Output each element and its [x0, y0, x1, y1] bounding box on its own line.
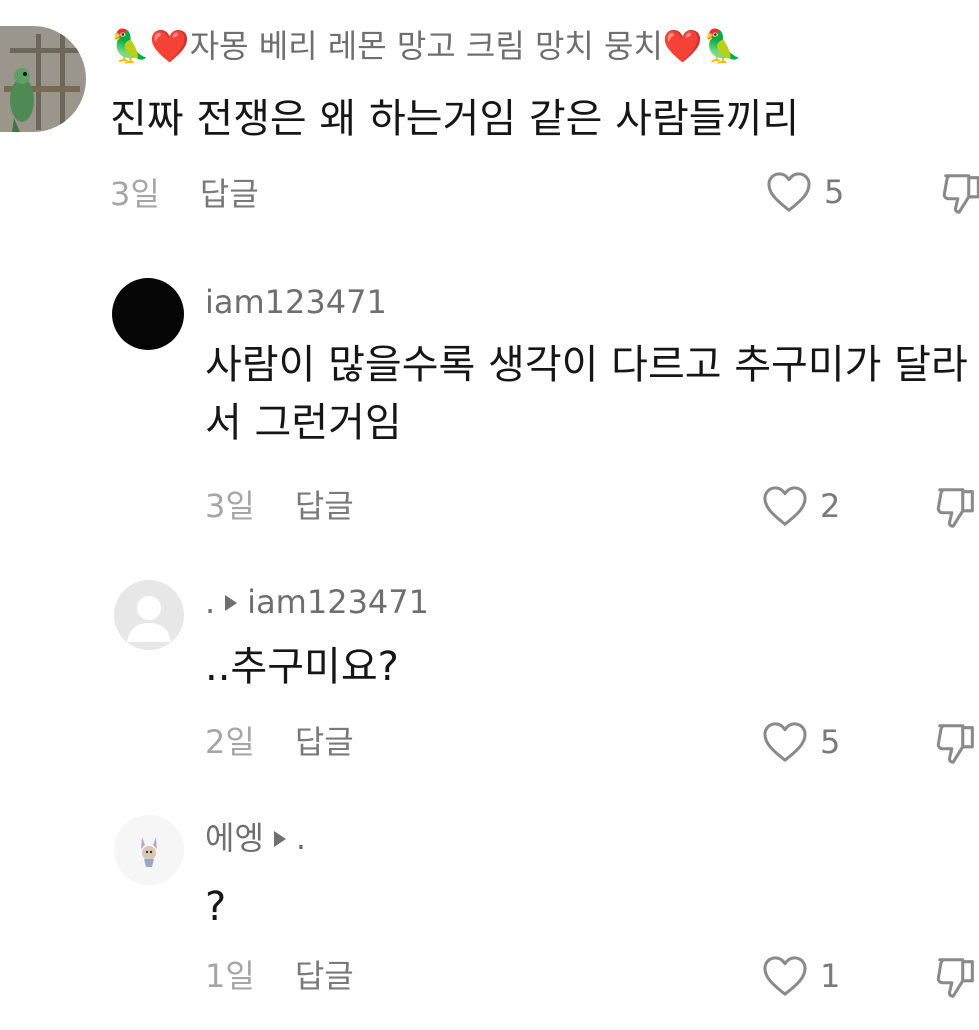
reply-arrow-icon: [273, 830, 286, 847]
comment-thread: 🦜❤️자몽 베리 레몬 망고 크림 망치 뭉치❤️🦜 진짜 전쟁은 왜 하는거임…: [0, 0, 979, 1030]
comment-time: 3일: [110, 175, 160, 213]
comment-meta: 2일 답글: [205, 726, 354, 758]
default-avatar[interactable]: [114, 580, 184, 650]
default-user-icon: [127, 596, 171, 642]
like-button[interactable]: 5: [762, 721, 840, 763]
parrot-avatar[interactable]: [0, 26, 86, 132]
comment-time: 1일: [205, 957, 255, 995]
comment-text-line: 사람이 많을수록 생각이 다르고 추구미가 달라: [205, 342, 968, 388]
sticker-avatar[interactable]: [114, 815, 184, 885]
heart-outline-icon: [763, 486, 807, 526]
sticker-icon: [114, 815, 184, 885]
dislike-button[interactable]: [934, 720, 979, 770]
comment-text-line: 진짜 전쟁은 왜 하는거임 같은 사람들끼리: [110, 96, 800, 142]
dislike-button[interactable]: [934, 954, 979, 1004]
reply-to-username[interactable]: iam123471: [247, 583, 429, 621]
dislike-button[interactable]: [934, 484, 979, 534]
comment-username[interactable]: 에엥.: [205, 822, 306, 854]
comment-username[interactable]: . iam123471: [205, 586, 429, 618]
comment-text-line: ?: [205, 884, 227, 930]
dislike-button[interactable]: [940, 170, 979, 220]
comment-text: ..추구미요?: [205, 638, 399, 696]
like-button[interactable]: 2: [762, 485, 840, 527]
heart-outline-icon: [763, 722, 807, 762]
comment-meta: 3일 답글: [205, 490, 354, 522]
comment-text: 사람이 많을수록 생각이 다르고 추구미가 달라 서 그런거임: [205, 336, 968, 452]
like-count: 5: [820, 723, 841, 761]
comment-text: ?: [205, 878, 226, 936]
reply-to-username[interactable]: .: [296, 819, 306, 857]
thumbs-down-outline-icon: [936, 724, 974, 764]
comment-time: 2일: [205, 723, 255, 761]
comment-text: 진짜 전쟁은 왜 하는거임 같은 사람들끼리: [110, 90, 799, 148]
thumbs-down-outline-icon: [936, 488, 974, 528]
comment-meta: 3일 답글: [110, 178, 259, 210]
like-count: 1: [820, 957, 841, 995]
like-count: 2: [820, 487, 841, 525]
black-avatar[interactable]: [112, 278, 184, 350]
reply-button[interactable]: 답글: [200, 175, 259, 213]
reply-arrow-icon: [225, 594, 238, 611]
comment-text-line: ..추구미요?: [205, 644, 399, 690]
heart-outline-icon: [767, 172, 811, 212]
thumbs-down-outline-icon: [936, 958, 974, 998]
parrot-icon: [0, 26, 86, 132]
comment-username[interactable]: 🦜❤️자몽 베리 레몬 망고 크림 망치 뭉치❤️🦜: [110, 30, 743, 62]
comment-text-line: 서 그런거임: [205, 400, 402, 446]
heart-outline-icon: [763, 956, 807, 996]
reply-button[interactable]: 답글: [295, 487, 354, 525]
reply-button[interactable]: 답글: [295, 957, 354, 995]
comment-meta: 1일 답글: [205, 960, 354, 992]
like-count: 5: [824, 173, 845, 211]
reply-button[interactable]: 답글: [295, 723, 354, 761]
thumbs-down-outline-icon: [942, 174, 979, 214]
like-button[interactable]: 5: [766, 171, 844, 213]
like-button[interactable]: 1: [762, 955, 840, 997]
comment-time: 3일: [205, 487, 255, 525]
comment-username[interactable]: iam123471: [205, 286, 387, 318]
